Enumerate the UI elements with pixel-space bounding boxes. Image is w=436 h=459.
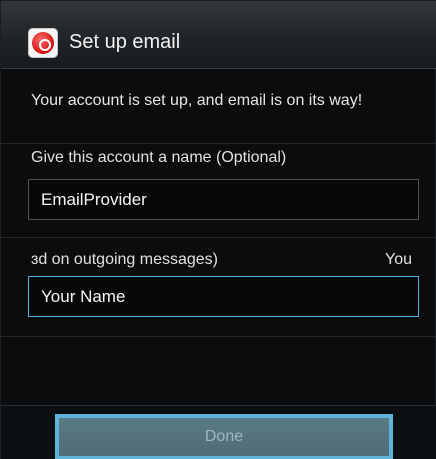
your-name-input[interactable]: Your Name <box>28 276 419 317</box>
done-button[interactable]: Done <box>55 414 393 459</box>
email-app-icon <box>28 28 58 58</box>
screen-title: Set up email <box>69 31 181 53</box>
setup-status-message: Your account is set up, and email is on … <box>31 92 363 109</box>
title-bar: Set up email <box>1 1 436 69</box>
your-name-label-marquee: You <box>385 251 412 268</box>
setup-email-screen: Set up email Your account is set up, and… <box>0 0 436 459</box>
divider <box>1 237 436 238</box>
divider <box>1 143 436 144</box>
account-name-input[interactable]: EmailProvider <box>28 179 419 220</box>
your-name-label: ɜd on outgoing messages) <box>31 251 219 268</box>
account-name-label: Give this account a name (Optional) <box>31 149 287 166</box>
divider <box>1 336 436 337</box>
